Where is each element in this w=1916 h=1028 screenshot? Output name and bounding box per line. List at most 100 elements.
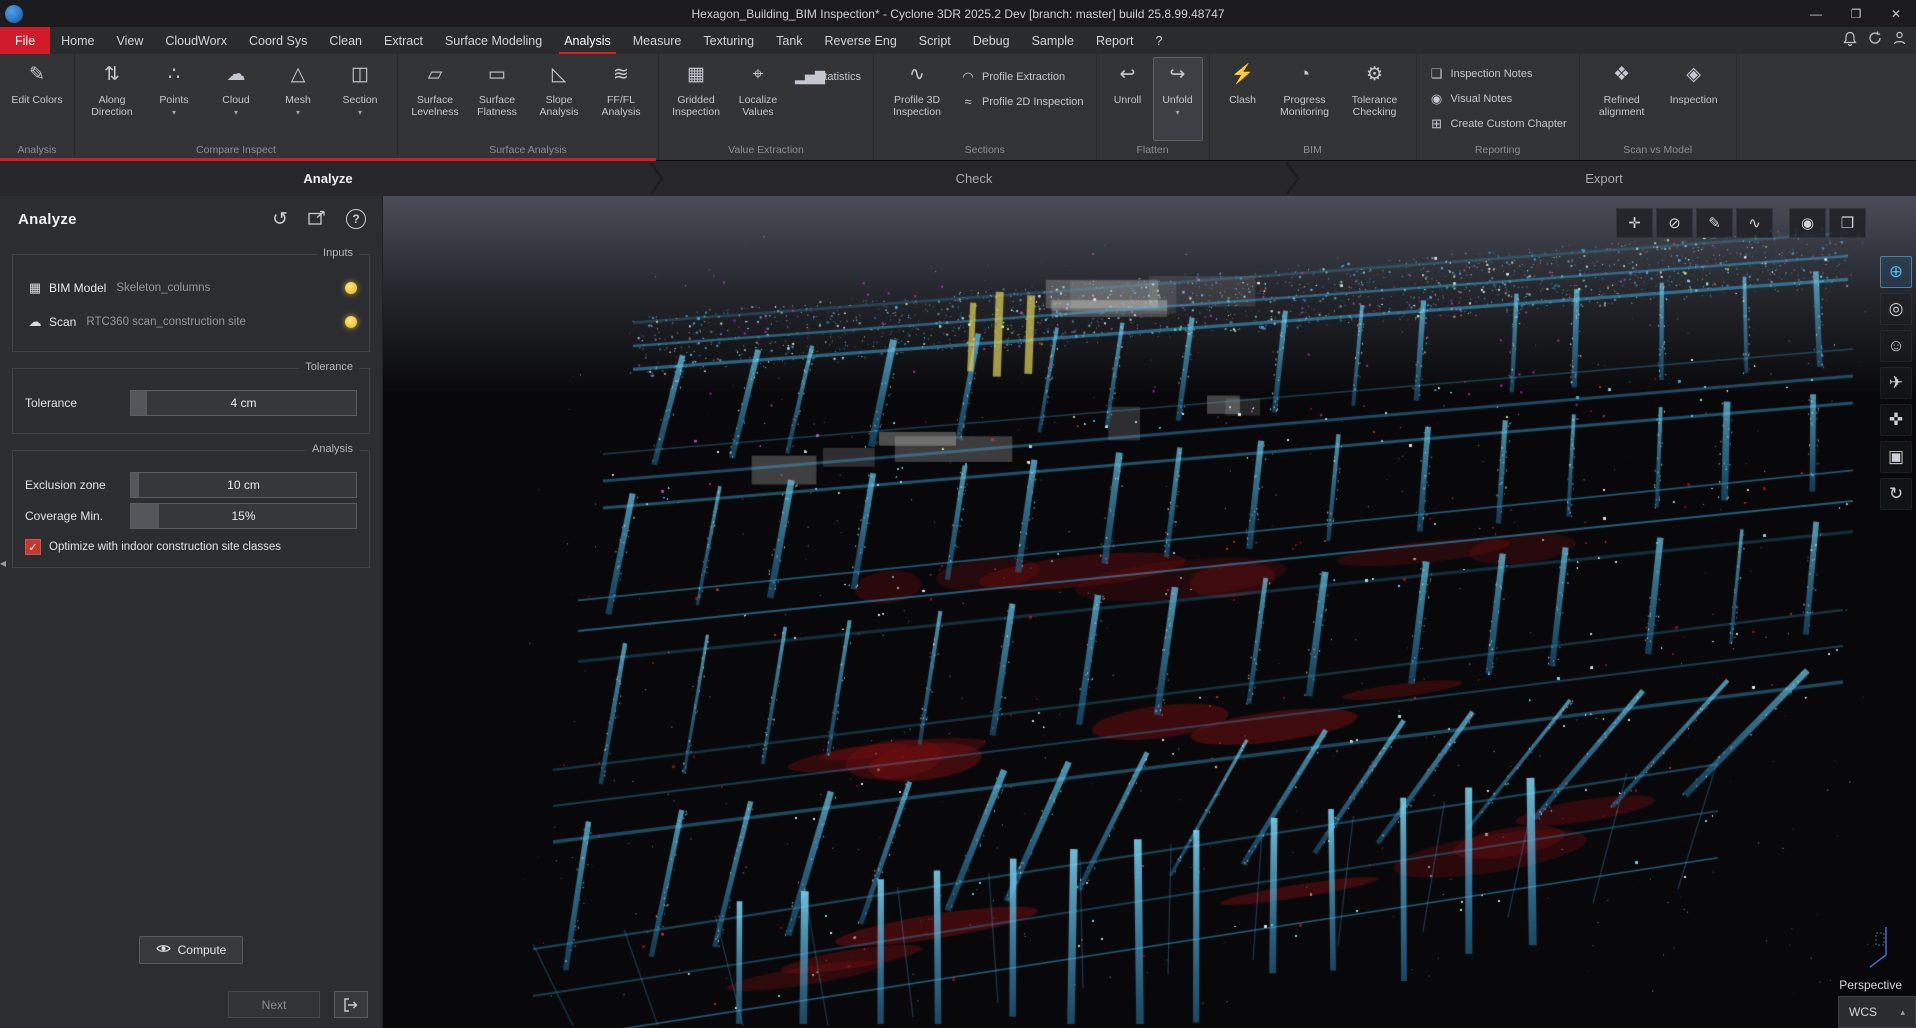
inspection-button[interactable]: ◈ Inspection [1658,57,1730,141]
visibility-bulb-icon[interactable] [345,282,357,294]
viewport-3d[interactable]: ✛ ⊘ ✎ ∿ ◉ ❒ ⊕ ◎ ☺ ✈ ✜ ▣ ↻ Perspective WC… [383,196,1916,1028]
add-target-icon[interactable]: ✛ [1616,208,1653,238]
wcs-selector[interactable]: WCS ▴ [1838,996,1916,1028]
projection-label[interactable]: Perspective [1839,978,1902,992]
tab-view[interactable]: View [106,27,155,54]
surface-levelness-button[interactable]: ▱ Surface Levelness [404,57,466,141]
mesh-button[interactable]: △ Mesh ▾ [267,57,329,141]
ribbon-group-sections: ∿ Profile 3D Inspection ◠ Profile Extrac… [874,54,1097,160]
tab-help[interactable]: ? [1145,27,1174,54]
tolerance-checking-button[interactable]: ⚙ Tolerance Checking [1340,57,1410,141]
along-direction-button[interactable]: ⇅ Along Direction [81,57,143,141]
bim-model-icon: ▦ [25,280,45,296]
tab-coord-sys[interactable]: Coord Sys [238,27,318,54]
restore-button[interactable]: ❐ [1836,0,1876,27]
views-icon[interactable]: ❒ [1829,208,1866,238]
step-export[interactable]: Export [1292,161,1916,196]
walkthrough-icon[interactable]: ☺ [1880,330,1912,362]
bim-model-row[interactable]: ▦ BIM Model Skeleton_columns [25,271,357,305]
rotate-view-icon[interactable]: ↻ [1880,478,1912,510]
step-check[interactable]: Check [656,161,1292,196]
fffl-analysis-button[interactable]: ≋ FF/FL Analysis [590,57,652,141]
tolerance-input[interactable]: 4 cm [130,390,357,416]
ribbon-group-label: Reporting [1419,143,1577,160]
tab-home[interactable]: Home [50,27,105,54]
tab-debug[interactable]: Debug [962,27,1021,54]
profile-2d-inspection-button[interactable]: ≈ Profile 2D Inspection [960,94,1084,109]
notifications-bell-icon[interactable] [1843,31,1857,51]
tab-tank[interactable]: Tank [765,27,813,54]
scan-row[interactable]: ☁ Scan RTC360 scan_construction site [25,305,357,339]
visual-notes-button[interactable]: ◉ Visual Notes [1429,91,1513,107]
section-button[interactable]: ◫ Section ▾ [329,57,391,141]
clipping-icon[interactable]: ⊘ [1656,208,1693,238]
file-menu-button[interactable]: File [0,27,50,54]
statistics-button[interactable]: ▂▅▇ Statistics [795,69,861,85]
exit-arrow-icon [343,998,359,1012]
mesh-icon: △ [291,63,306,91]
unroll-button[interactable]: ↩ Unroll [1103,57,1153,141]
minimize-button[interactable]: — [1796,0,1836,27]
exclusion-zone-input[interactable]: 10 cm [130,472,357,498]
help-icon[interactable]: ? [346,209,366,229]
orbit-icon[interactable]: ⊕ [1880,256,1912,288]
point-cloud-canvas[interactable] [383,196,1916,1028]
slope-analysis-button[interactable]: ◺ Slope Analysis [528,57,590,141]
tab-reverse-eng[interactable]: Reverse Eng [814,27,908,54]
unfold-button[interactable]: ↪ Unfold ▾ [1153,57,1203,141]
optimize-checkbox[interactable]: ✓ [25,539,41,555]
profile-icon[interactable]: ∿ [1736,208,1773,238]
panel-collapse-handle[interactable]: ◂ [0,556,6,570]
coverage-min-input[interactable]: 15% [130,503,357,529]
ribbon-group-surface-analysis: ▱ Surface Levelness ▭ Surface Flatness ◺… [398,54,659,160]
points-button[interactable]: ∴ Points ▾ [143,57,205,141]
edit-colors-button[interactable]: ✎ Edit Colors [6,57,68,141]
sync-icon[interactable] [1868,31,1882,50]
tab-analysis[interactable]: Analysis [553,27,622,54]
create-custom-chapter-icon: ⊞ [1429,116,1445,132]
tab-extract[interactable]: Extract [373,27,434,54]
refined-alignment-icon: ❖ [1613,63,1630,91]
compute-button[interactable]: Compute [139,936,243,964]
tab-texturing[interactable]: Texturing [692,27,765,54]
tab-sample[interactable]: Sample [1021,27,1085,54]
skip-to-export-button[interactable] [334,991,368,1018]
ribbon-group-label: BIM [1212,143,1414,160]
fly-mode-icon[interactable]: ✈ [1880,367,1912,399]
progress-monitoring-button[interactable]: ◔ Progress Monitoring [1270,57,1340,141]
history-icon[interactable]: ↺ [272,210,288,229]
close-button[interactable]: ✕ [1876,0,1916,27]
tab-report[interactable]: Report [1085,27,1145,54]
next-button[interactable]: Next [228,991,320,1018]
gridded-inspection-button[interactable]: ▦ Gridded Inspection [665,57,727,141]
pivot-icon[interactable]: ✜ [1880,404,1912,436]
open-report-icon[interactable] [308,210,326,229]
tab-clean[interactable]: Clean [318,27,373,54]
visibility-bulb-icon[interactable] [345,316,357,328]
ribbon: ✎ Edit Colors Analysis ⇅ Along Direction… [0,54,1916,160]
refined-alignment-button[interactable]: ❖ Refined alignment [1586,57,1658,141]
ribbon-group-reporting: ❏ Inspection Notes ◉ Visual Notes ⊞ Crea… [1417,54,1580,160]
localize-values-button[interactable]: ⌖ Localize Values [727,57,789,141]
tab-cloudworx[interactable]: CloudWorx [154,27,238,54]
points-icon: ∴ [168,63,180,91]
progress-monitoring-icon: ◔ [1299,63,1310,91]
profile-3d-inspection-button[interactable]: ∿ Profile 3D Inspection [880,57,954,141]
clash-button[interactable]: ⚡ Clash [1216,57,1270,141]
camera-icon[interactable]: ◉ [1789,208,1826,238]
constrained-orbit-icon[interactable]: ◎ [1880,293,1912,325]
tab-surface-modeling[interactable]: Surface Modeling [434,27,553,54]
cloud-button[interactable]: ☁ Cloud ▾ [205,57,267,141]
inspection-notes-button[interactable]: ❏ Inspection Notes [1429,66,1533,82]
tab-measure[interactable]: Measure [622,27,693,54]
surface-flatness-button[interactable]: ▭ Surface Flatness [466,57,528,141]
profile-extraction-button[interactable]: ◠ Profile Extraction [960,69,1065,85]
tab-script[interactable]: Script [908,27,962,54]
account-icon[interactable] [1893,31,1906,50]
section-box-icon[interactable]: ▣ [1880,441,1912,473]
ribbon-group-flatten: ↩ Unroll ↪ Unfold ▾ Flatten [1097,54,1210,160]
sketch-icon[interactable]: ✎ [1696,208,1733,238]
create-custom-chapter-button[interactable]: ⊞ Create Custom Chapter [1429,116,1567,132]
ribbon-group-label: Scan vs Model [1582,143,1734,160]
step-analyze[interactable]: Analyze [0,161,656,196]
